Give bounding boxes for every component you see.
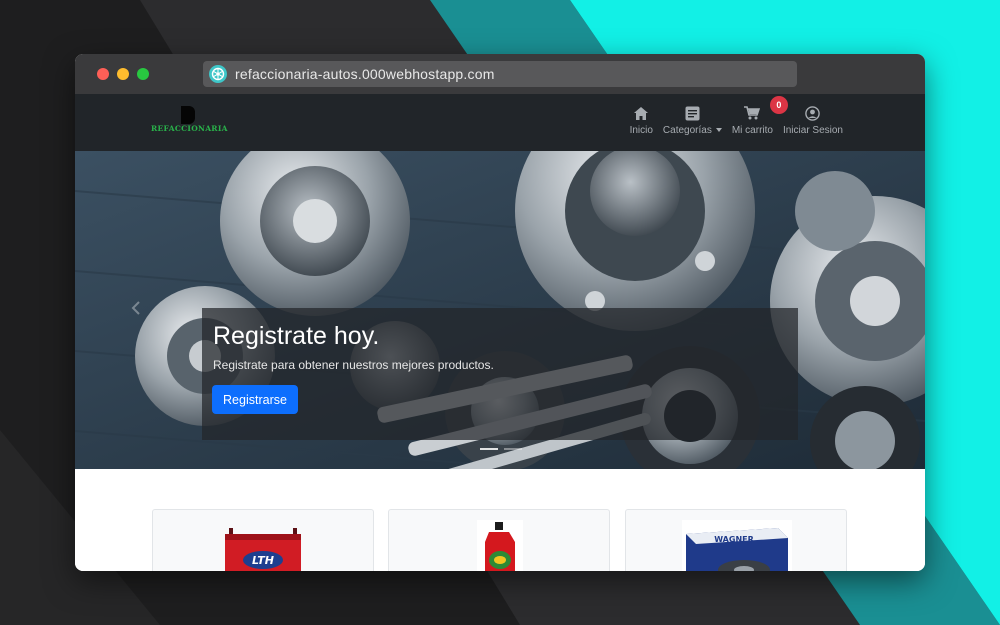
carousel-indicator-1[interactable] xyxy=(480,448,498,450)
hero-caption: Registrate hoy. Registrate para obtener … xyxy=(202,308,798,440)
browser-titlebar: refaccionaria-autos.000webhostapp.com xyxy=(75,54,925,94)
logo-mark-icon xyxy=(181,106,195,124)
battery-brand: LTH xyxy=(252,554,274,567)
nav-label-inicio: Inicio xyxy=(629,125,653,136)
nav-item-iniciar-sesion[interactable]: Iniciar Sesion xyxy=(783,104,843,136)
home-icon xyxy=(632,104,650,122)
battery-image: LTH xyxy=(225,528,301,571)
cart-icon xyxy=(743,104,761,122)
site-favicon-icon xyxy=(209,65,227,83)
hero-carousel: Registrate hoy. Registrate para obtener … xyxy=(75,151,925,469)
nav-item-categorias[interactable]: Categorías xyxy=(663,104,722,136)
nav-item-mi-carrito[interactable]: 0 Mi carrito xyxy=(731,96,788,136)
product-card-brake-pads[interactable]: WAGNER xyxy=(625,509,847,571)
carousel-indicators xyxy=(480,448,522,450)
list-icon xyxy=(683,104,701,122)
brake-brand: WAGNER xyxy=(714,535,754,544)
chevron-down-icon xyxy=(715,128,722,133)
url-text: refaccionaria-autos.000webhostapp.com xyxy=(235,66,495,82)
product-card-oil[interactable] xyxy=(388,509,610,571)
cart-count-badge: 0 xyxy=(769,96,788,114)
product-grid: LTH WAGNER xyxy=(75,469,925,571)
carousel-indicator-2[interactable] xyxy=(504,448,522,450)
user-circle-icon xyxy=(804,104,822,122)
address-bar[interactable]: refaccionaria-autos.000webhostapp.com xyxy=(203,61,797,87)
hero-title: Registrate hoy. xyxy=(213,322,380,350)
register-button[interactable]: Registrarse xyxy=(212,385,298,414)
product-card-battery[interactable]: LTH xyxy=(152,509,374,571)
minimize-window-button[interactable] xyxy=(117,68,129,80)
chevron-left-icon[interactable] xyxy=(131,301,141,315)
nav-menu: Inicio Categorías 0 Mi carrito Iniciar S… xyxy=(630,96,843,136)
nav-label-categorias-text: Categorías xyxy=(662,125,712,136)
nav-item-inicio[interactable]: Inicio xyxy=(630,104,653,136)
oil-bottle-image xyxy=(477,520,523,571)
nav-label-iniciar-sesion: Iniciar Sesion xyxy=(782,125,843,136)
maximize-window-button[interactable] xyxy=(137,68,149,80)
hero-subtitle: Registrate para obtener nuestros mejores… xyxy=(213,358,494,372)
brake-pads-image: WAGNER xyxy=(682,520,792,571)
site-logo[interactable]: REFACCIONARIA xyxy=(151,104,227,136)
close-window-button[interactable] xyxy=(97,68,109,80)
nav-label-categorias: Categorías xyxy=(663,125,722,136)
site-navbar: REFACCIONARIA Inicio Categorías 0 Mi car… xyxy=(75,94,925,151)
browser-window: refaccionaria-autos.000webhostapp.com RE… xyxy=(75,54,925,571)
logo-text: REFACCIONARIA xyxy=(151,124,228,133)
nav-label-mi-carrito: Mi carrito xyxy=(731,125,773,136)
